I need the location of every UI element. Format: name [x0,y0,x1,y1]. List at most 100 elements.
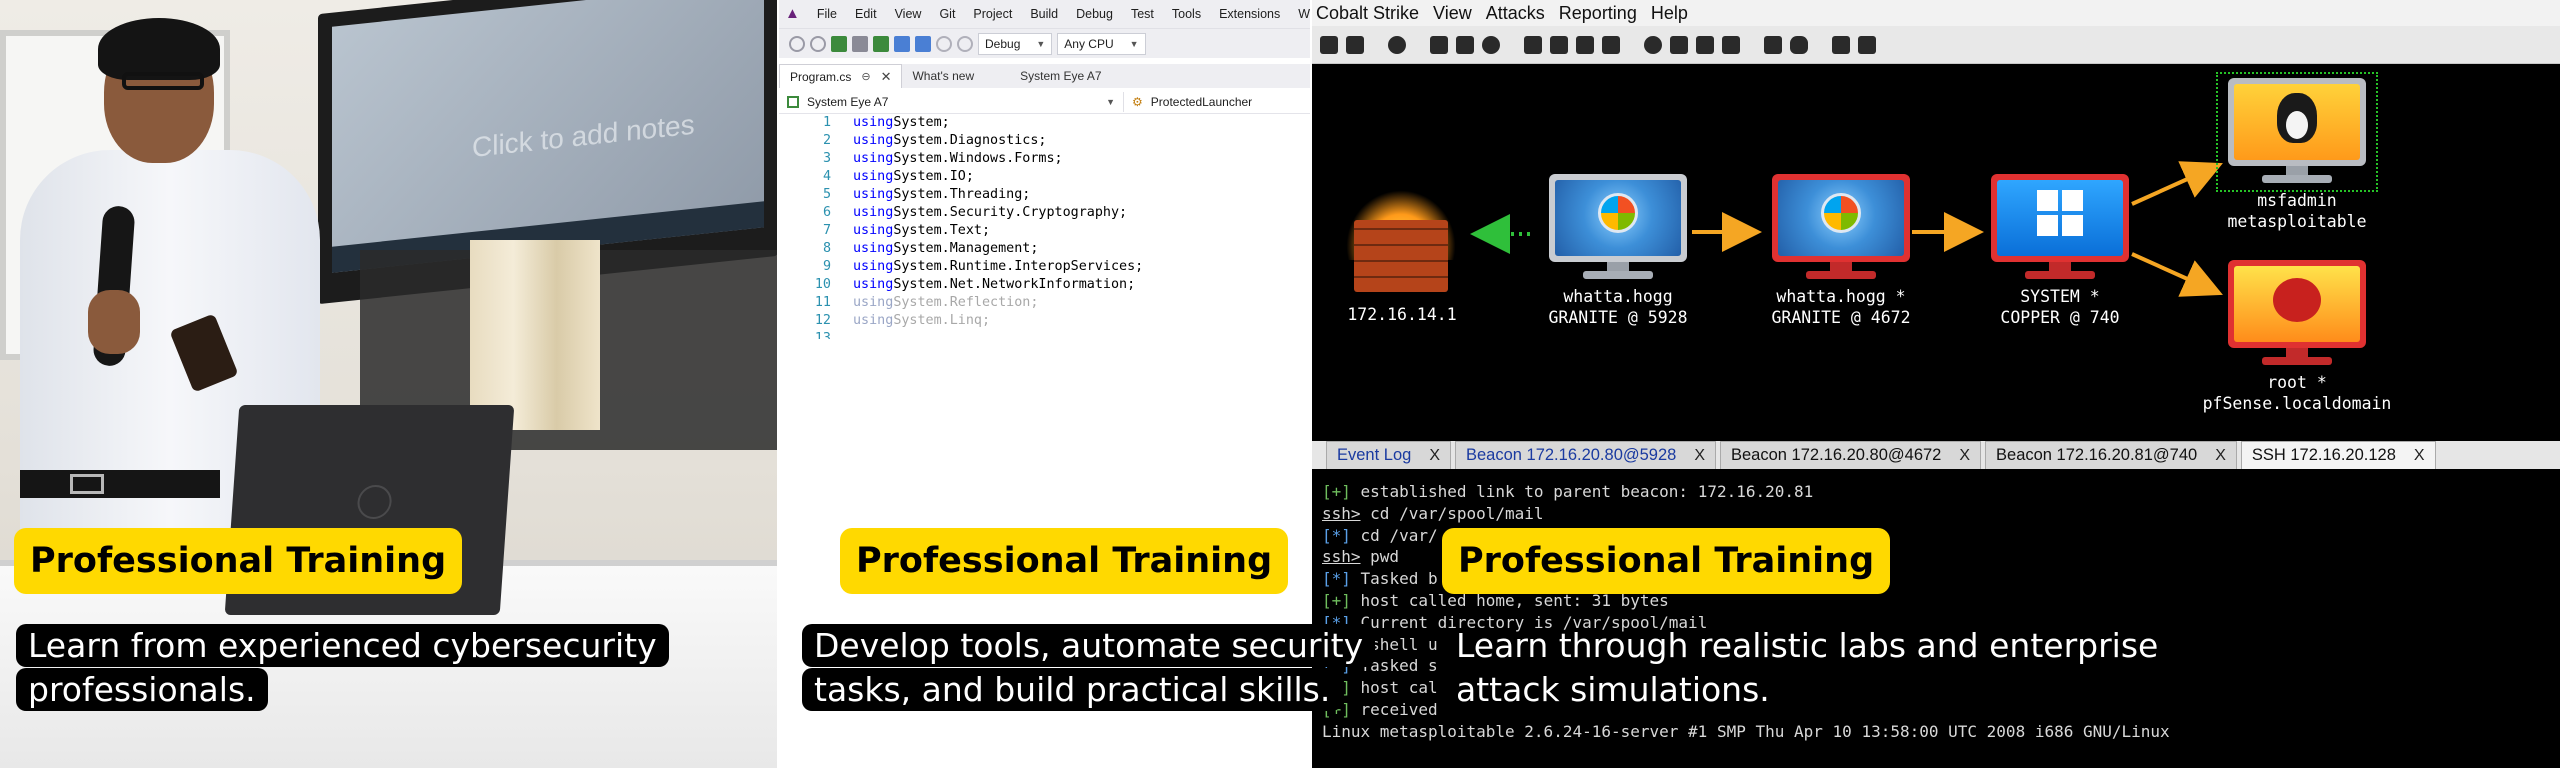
close-icon[interactable]: X [2215,447,2226,465]
gear-icon[interactable] [1644,35,1662,54]
laptop-logo-icon [356,485,393,519]
tab-ssh-session[interactable]: SSH 172.16.20.128 X [2240,441,2436,469]
target-icon[interactable] [1482,35,1500,54]
chevron-down-icon: ▼ [1036,38,1046,49]
menu-file[interactable]: File [808,7,846,21]
menu-help[interactable]: Help [1644,3,1695,24]
graph-node-firewall[interactable]: 172.16.14.1 [1332,190,1472,325]
redo-icon[interactable] [957,35,973,52]
tab-label: System Eye A7 [1020,69,1102,83]
tab-label: Program.cs [790,69,852,84]
menu-debug[interactable]: Debug [1067,7,1122,21]
close-icon[interactable]: X [2414,447,2425,465]
curtain [470,240,600,430]
tab-program-cs[interactable]: Program.cs ⊖ ✕ [779,64,903,88]
code-line: 2 using System.Diagnostics; [779,132,1310,150]
line-number: 5 [822,187,831,202]
save-all-icon[interactable] [915,35,931,52]
menu-tools[interactable]: Tools [1163,7,1210,21]
pivot-graph[interactable]: 172.16.14.1 whatta.hogg GRANITE @ 5928 w… [1312,64,2560,434]
menu-project[interactable]: Project [964,7,1021,21]
console-prefix: ssh> [1322,503,1361,523]
undo-icon[interactable] [936,35,952,52]
graph-node-4672[interactable]: whatta.hogg * GRANITE @ 4672 [1756,174,1926,328]
package-icon[interactable] [1858,35,1876,54]
screenshot-icon[interactable] [1602,35,1620,54]
code-namespace: System.Management; [893,241,1039,256]
graph-node-pfsense[interactable]: root * pfSense.localdomain [2192,260,2402,414]
configuration-select[interactable]: Debug ▼ [978,32,1053,55]
line-number: 3 [822,151,831,166]
new-connection-icon[interactable] [1320,35,1338,54]
code-keyword: using [853,223,894,238]
code-line: 8 using System.Management; [779,240,1310,258]
close-icon[interactable]: X [1694,447,1705,465]
back-icon[interactable] [789,35,805,52]
ssh-console-output[interactable]: [+] established link to parent beacon: 1… [1312,469,2560,768]
pivot-graph-icon[interactable] [1430,35,1448,54]
tab-beacon-4672[interactable]: Beacon 172.16.20.80@4672 X [1720,441,1982,469]
new-file-icon[interactable] [852,35,868,52]
platform-value: Any CPU [1064,36,1114,51]
forward-icon[interactable] [810,35,826,52]
code-keyword: using [853,169,894,184]
menu-edit[interactable]: Edit [846,7,886,21]
code-line: 13 [779,330,1310,339]
class-dropdown[interactable]: ⚙ ProtectedLauncher [1124,92,1260,112]
new-project-icon[interactable] [831,35,847,52]
code-namespace: System.Security.Cryptography; [893,205,1128,220]
tab-event-log[interactable]: Event Log X [1326,441,1451,469]
project-dropdown[interactable]: System Eye A7 ▼ [779,91,1124,112]
windows-monitor-icon [1991,174,2129,280]
line-number: 10 [814,277,831,292]
menu-reporting[interactable]: Reporting [1552,3,1644,24]
node-host: pfSense.localdomain [2202,394,2392,413]
ide-toolbar: Debug ▼ Any CPU ▼ [779,28,1310,58]
graph-node-metasploitable[interactable]: msfadmin metasploitable [2207,78,2387,232]
key-icon[interactable] [1576,35,1594,54]
pin-icon[interactable]: ⊖ [861,70,870,83]
disconnect-icon[interactable] [1346,35,1364,54]
code-line: 11 using System.Reflection; [779,294,1310,312]
menu-extensions[interactable]: Extensions [1210,7,1289,21]
session-table-icon[interactable] [1456,35,1474,54]
line-number: 7 [822,223,831,238]
open-icon[interactable] [873,35,889,52]
close-icon[interactable]: X [1429,447,1440,465]
node-label: 172.16.14.1 [1347,305,1457,324]
graph-node-740[interactable]: SYSTEM * COPPER @ 740 [1980,174,2140,328]
menu-view[interactable]: View [1426,3,1479,24]
code-line: 9 using System.Runtime.InteropServices; [779,258,1310,276]
project-name: System Eye A7 [807,94,889,109]
platform-select[interactable]: Any CPU ▼ [1057,32,1146,55]
link-icon[interactable] [1764,35,1782,54]
save-icon[interactable] [894,35,910,52]
code-editor[interactable]: 1 using System; 2 using System.Diagnostics;… [779,114,1310,344]
graph-node-5928[interactable]: whatta.hogg GRANITE @ 5928 [1538,174,1698,328]
script-icon[interactable] [1696,35,1714,54]
cloud-icon[interactable] [1790,35,1808,54]
coffee-icon[interactable] [1670,35,1688,54]
menu-cobalt-strike[interactable]: Cobalt Strike [1312,3,1426,24]
code-keyword: using [853,295,894,310]
tab-beacon-740[interactable]: Beacon 172.16.20.81@740 X [1985,441,2237,469]
credentials-icon[interactable] [1524,35,1542,54]
close-icon[interactable]: X [1959,447,1970,465]
code-namespace: System.Reflection; [893,295,1039,310]
menu-test[interactable]: Test [1122,7,1163,21]
tab-system-eye[interactable]: System Eye A7 [984,64,1111,88]
headphones-icon[interactable] [1388,35,1406,54]
caption-line: Develop tools, automate security [802,624,1376,667]
tab-beacon-5928[interactable]: Beacon 172.16.20.80@5928 X [1454,441,1716,469]
tab-whats-new[interactable]: What's new [902,64,984,88]
book-icon[interactable] [1832,35,1850,54]
menu-build[interactable]: Build [1021,7,1067,21]
code-keyword: using [853,205,894,220]
menu-view[interactable]: View [886,7,931,21]
download-icon[interactable] [1550,35,1568,54]
console-icon[interactable] [1722,35,1740,54]
menu-window[interactable]: Window [1289,7,1310,21]
close-icon[interactable]: ✕ [881,69,892,85]
menu-attacks[interactable]: Attacks [1479,3,1552,24]
menu-git[interactable]: Git [930,7,964,21]
